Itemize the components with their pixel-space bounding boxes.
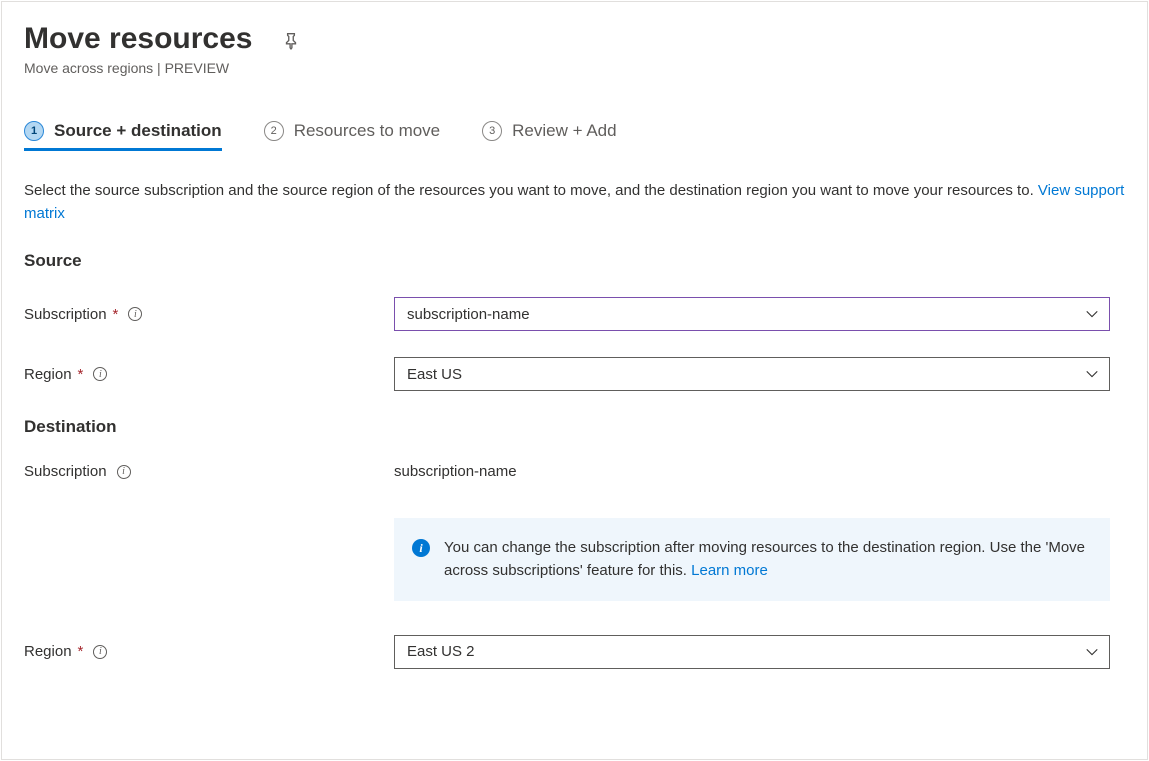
field: East US 2 xyxy=(394,635,1125,669)
source-heading: Source xyxy=(24,251,1125,271)
pin-icon[interactable] xyxy=(282,32,300,50)
chevron-down-icon xyxy=(1085,645,1099,659)
source-region-row: Region * i East US xyxy=(24,357,1125,391)
source-subscription-row: Subscription * i subscription-name xyxy=(24,297,1125,331)
header: Move resources xyxy=(24,22,1125,56)
description-text: Select the source subscription and the s… xyxy=(24,182,1038,199)
tab-review-add[interactable]: 3 Review + Add xyxy=(482,121,616,151)
step-num: 2 xyxy=(264,121,284,141)
destination-region-row: Region * i East US 2 xyxy=(24,635,1125,669)
page-title: Move resources xyxy=(24,22,252,56)
label: Subscription * i xyxy=(24,306,394,323)
chevron-down-icon xyxy=(1085,307,1099,321)
step-num: 1 xyxy=(24,121,44,141)
label: Region * i xyxy=(24,643,394,660)
info-icon: i xyxy=(412,539,430,557)
required-indicator: * xyxy=(78,366,84,383)
tab-label: Review + Add xyxy=(512,121,616,141)
info-icon[interactable]: i xyxy=(93,367,107,381)
dropdown-value: East US xyxy=(407,366,462,383)
field: subscription-name xyxy=(394,463,1125,480)
dropdown-value: East US 2 xyxy=(407,643,475,660)
label: Region * i xyxy=(24,366,394,383)
tab-label: Source + destination xyxy=(54,121,222,141)
move-resources-page: Move resources Move across regions | PRE… xyxy=(1,1,1148,760)
required-indicator: * xyxy=(113,306,119,323)
chevron-down-icon xyxy=(1085,367,1099,381)
tab-source-destination[interactable]: 1 Source + destination xyxy=(24,121,222,151)
tab-resources-to-move[interactable]: 2 Resources to move xyxy=(264,121,440,151)
required-indicator: * xyxy=(78,643,84,660)
subscription-label: Subscription xyxy=(24,463,107,480)
info-icon[interactable]: i xyxy=(128,307,142,321)
field: subscription-name xyxy=(394,297,1125,331)
info-icon[interactable]: i xyxy=(117,465,131,479)
info-content: You can change the subscription after mo… xyxy=(444,536,1092,583)
destination-subscription-row: Subscription i subscription-name xyxy=(24,463,1125,480)
label: Subscription i xyxy=(24,463,394,480)
subscription-label: Subscription xyxy=(24,306,107,323)
learn-more-link[interactable]: Learn more xyxy=(691,562,768,579)
destination-region-dropdown[interactable]: East US 2 xyxy=(394,635,1110,669)
source-subscription-dropdown[interactable]: subscription-name xyxy=(394,297,1110,331)
destination-subscription-value: subscription-name xyxy=(394,463,517,480)
breadcrumb: Move across regions | PREVIEW xyxy=(24,60,1125,76)
destination-heading: Destination xyxy=(24,417,1125,437)
dropdown-value: subscription-name xyxy=(407,306,530,323)
source-region-dropdown[interactable]: East US xyxy=(394,357,1110,391)
description: Select the source subscription and the s… xyxy=(24,180,1125,225)
info-box: i You can change the subscription after … xyxy=(394,518,1110,601)
region-label: Region xyxy=(24,643,72,660)
step-num: 3 xyxy=(482,121,502,141)
tabs: 1 Source + destination 2 Resources to mo… xyxy=(24,121,1125,152)
info-icon[interactable]: i xyxy=(93,645,107,659)
region-label: Region xyxy=(24,366,72,383)
field: East US xyxy=(394,357,1125,391)
tab-label: Resources to move xyxy=(294,121,440,141)
